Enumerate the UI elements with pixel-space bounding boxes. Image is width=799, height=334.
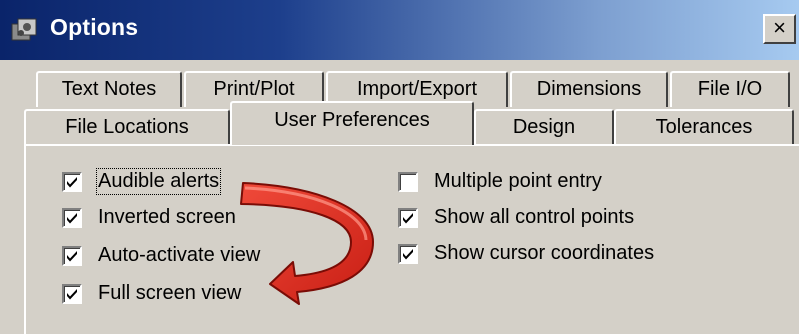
show-all-control-points-label: Show all control points bbox=[434, 206, 635, 228]
title-bar[interactable]: Options × bbox=[0, 0, 799, 60]
tab-design[interactable]: Design bbox=[474, 109, 614, 145]
show-all-control-points-checkbox[interactable] bbox=[398, 208, 418, 228]
window-title: Options bbox=[50, 14, 139, 40]
multiple-point-entry-checkbox[interactable] bbox=[398, 172, 418, 192]
checkmark-icon bbox=[67, 177, 77, 188]
tab-text-notes[interactable]: Text Notes bbox=[36, 71, 182, 107]
show-cursor-coordinates-checkbox[interactable] bbox=[398, 244, 418, 264]
options-app-icon bbox=[11, 18, 37, 41]
show-cursor-coordinates-label: Show cursor coordinates bbox=[434, 242, 655, 264]
audible-alerts-checkbox[interactable] bbox=[62, 172, 82, 192]
multiple-point-entry-label: Multiple point entry bbox=[434, 170, 602, 192]
auto-activate-view-checkbox[interactable] bbox=[62, 246, 82, 266]
checkmark-icon bbox=[67, 213, 77, 224]
audible-alerts-label: Audible alerts bbox=[95, 168, 222, 195]
checkmark-icon bbox=[403, 213, 413, 224]
full-screen-view-label: Full screen view bbox=[98, 282, 242, 304]
tab-tolerances[interactable]: Tolerances bbox=[614, 109, 794, 145]
options-dialog: Options × Text Notes Print/Plot Import/E… bbox=[0, 0, 799, 334]
tab-file-io[interactable]: File I/O bbox=[670, 71, 790, 107]
close-button[interactable]: × bbox=[763, 14, 796, 44]
inverted-screen-checkbox[interactable] bbox=[62, 208, 82, 228]
tab-file-locations[interactable]: File Locations bbox=[24, 109, 230, 145]
checkmark-icon bbox=[403, 249, 413, 260]
curved-arrow-icon bbox=[240, 182, 374, 305]
checkmark-icon bbox=[67, 251, 77, 262]
inverted-screen-label: Inverted screen bbox=[98, 206, 236, 228]
checkmark-icon bbox=[67, 289, 77, 300]
full-screen-view-checkbox[interactable] bbox=[62, 284, 82, 304]
tab-user-preferences[interactable]: User Preferences bbox=[230, 101, 474, 145]
tab-dimensions[interactable]: Dimensions bbox=[510, 71, 668, 107]
